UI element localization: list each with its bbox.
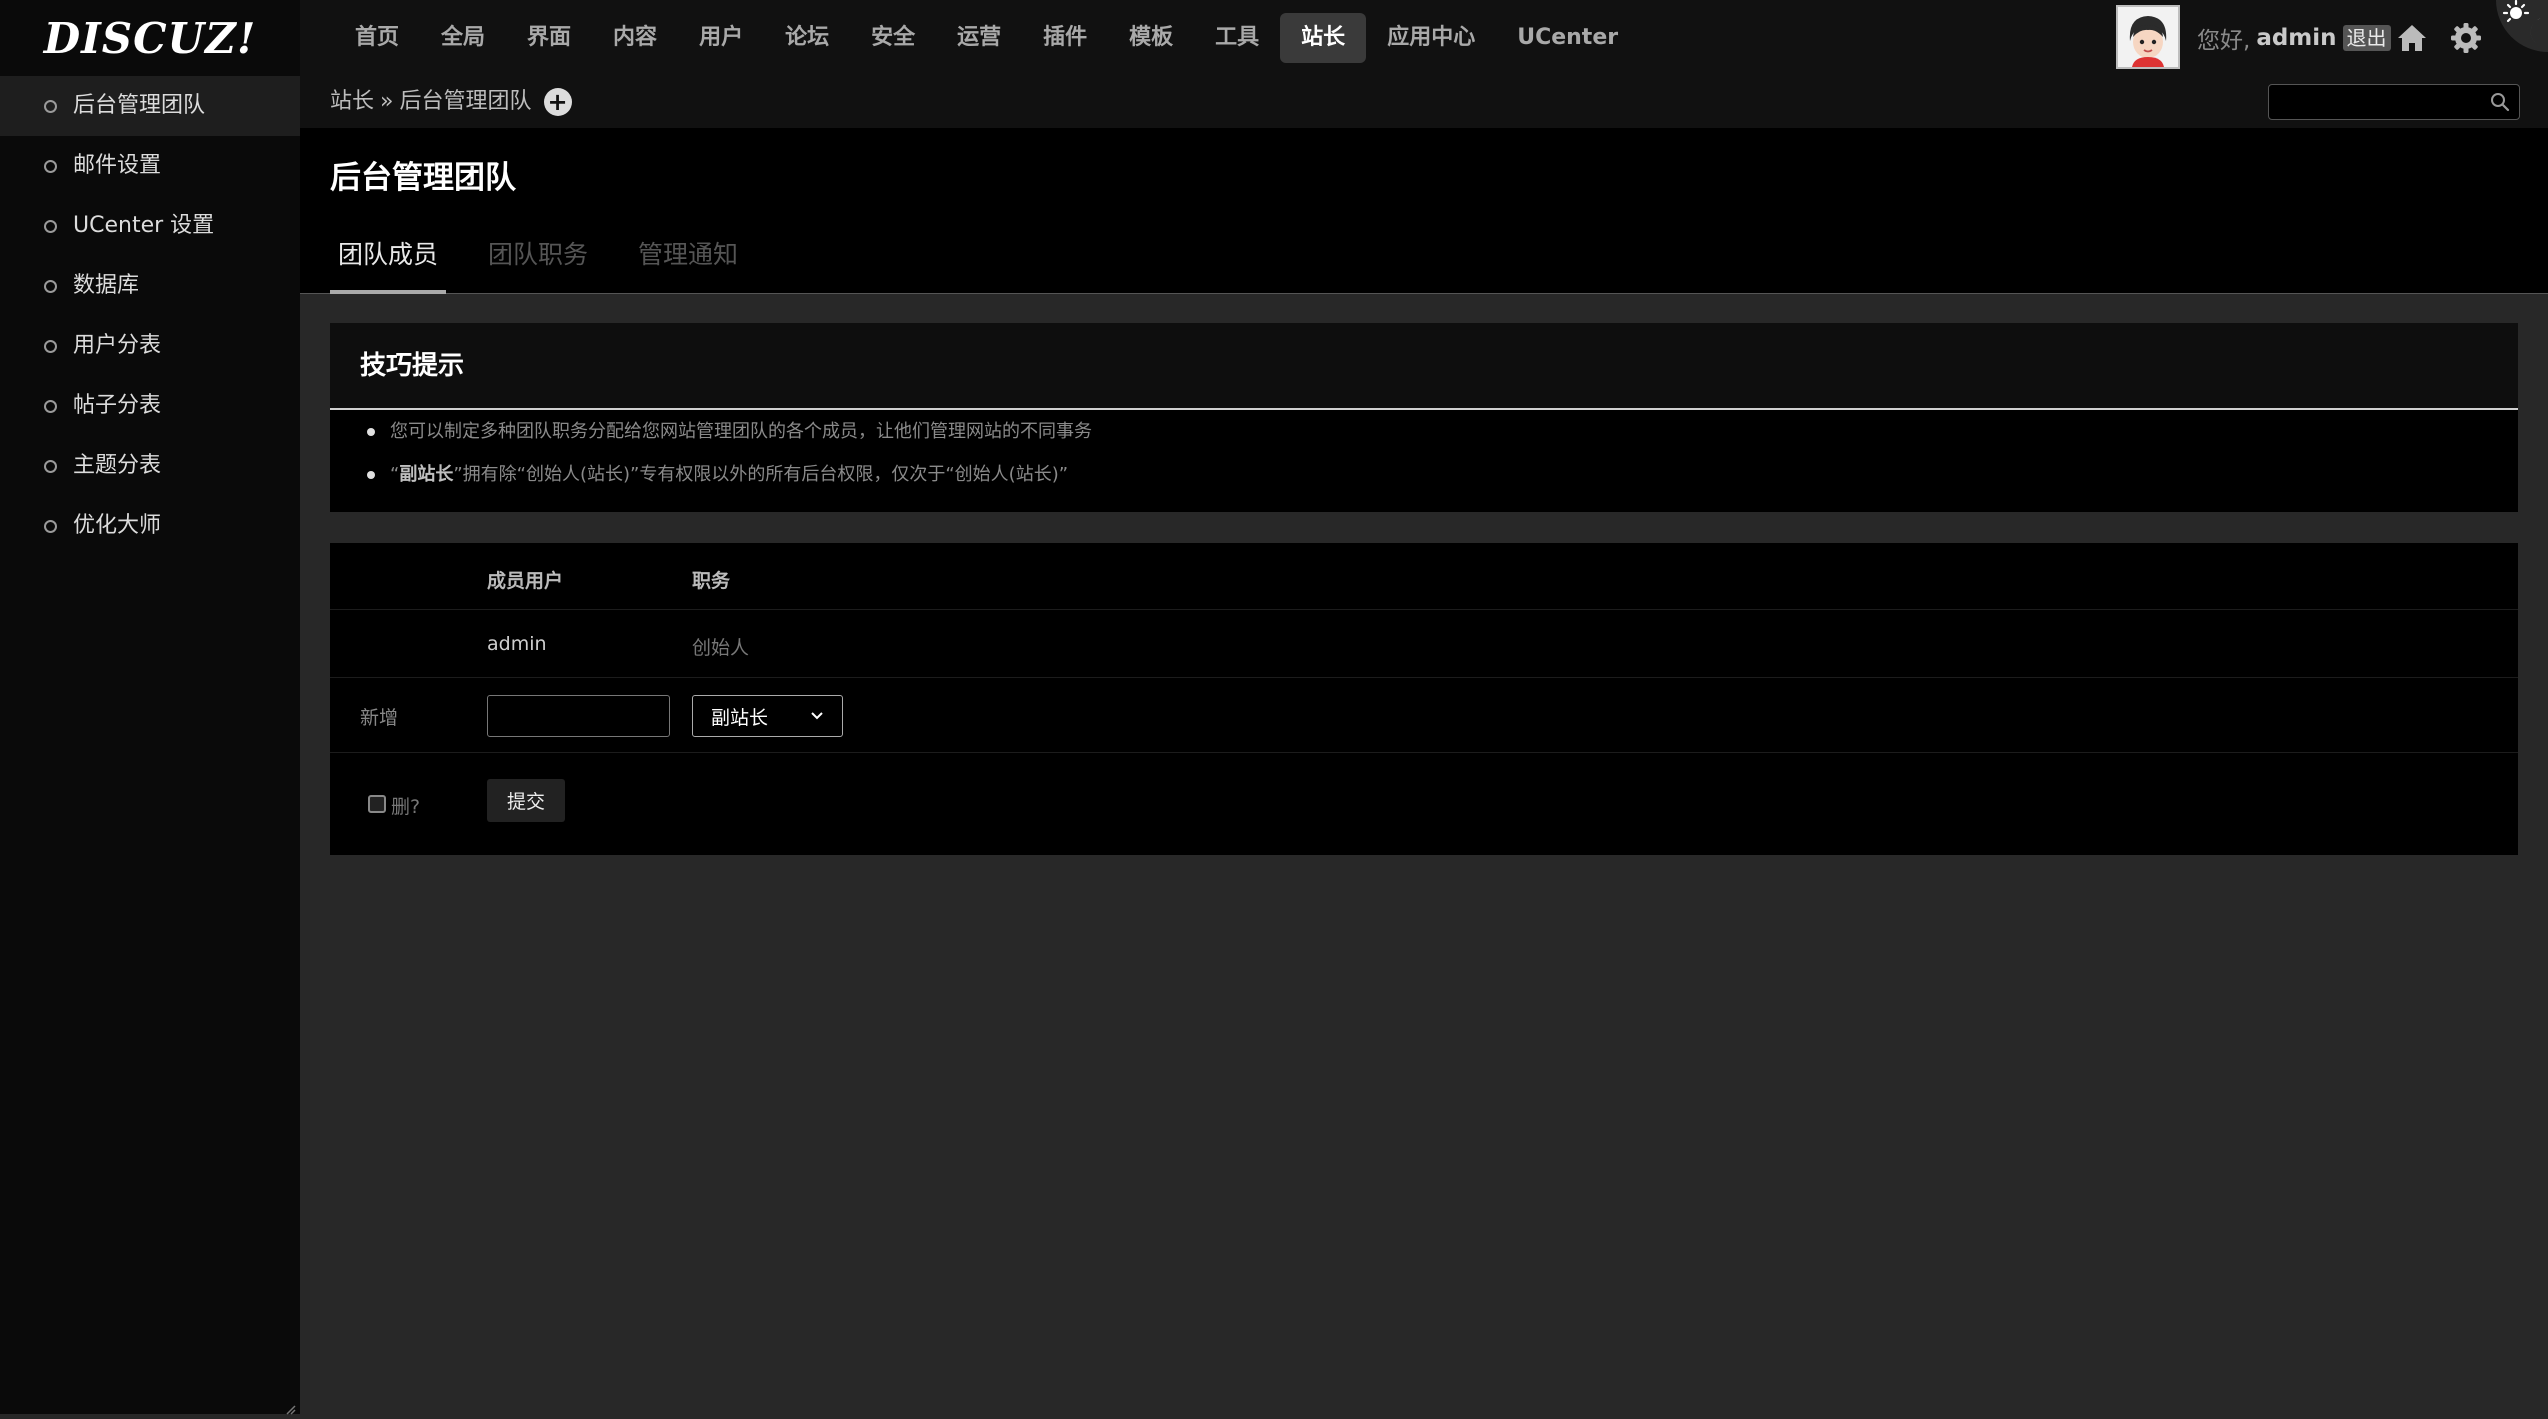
nav-item-plugins[interactable]: 插件 — [1022, 13, 1108, 63]
nav-item-users[interactable]: 用户 — [678, 13, 764, 63]
sidebar-item-admin-team[interactable]: 后台管理团队 — [0, 76, 300, 136]
logout-button[interactable]: 退出 — [2342, 25, 2391, 51]
sidebar: 后台管理团队 邮件设置 UCenter 设置 数据库 用户分表 帖子分表 主题分… — [0, 76, 300, 1415]
delete-label: 删? — [391, 796, 421, 818]
submit-button[interactable]: 提交 — [487, 779, 565, 822]
table-row: admin 创始人 — [330, 610, 2518, 678]
username: admin — [2256, 25, 2337, 51]
discuz-logo[interactable]: DISCUZ! — [0, 0, 300, 76]
sidebar-item-label: 数据库 — [73, 273, 140, 298]
bullet-circle-icon — [44, 280, 57, 293]
tab-team-members[interactable]: 团队成员 — [330, 232, 447, 294]
bullet-circle-icon — [44, 460, 57, 473]
search-icon[interactable] — [2490, 92, 2510, 112]
bullet-circle-icon — [44, 100, 57, 113]
theme-toggle-icon[interactable] — [2494, 0, 2548, 52]
bullet-dot-icon — [367, 428, 375, 436]
home-icon[interactable] — [2394, 20, 2430, 56]
sidebar-item-thread-split[interactable]: 主题分表 — [0, 436, 300, 496]
tip-text: 您可以制定多种团队职务分配给您网站管理团队的各个成员，让他们管理网站的不同事务 — [390, 421, 1092, 442]
sidebar-item-label: 优化大师 — [73, 513, 162, 538]
nav-item-operations[interactable]: 运营 — [936, 13, 1022, 63]
table-footer-row: 删? 提交 — [330, 753, 2518, 855]
sidebar-item-ucenter-settings[interactable]: UCenter 设置 — [0, 196, 300, 256]
sidebar-item-label: UCenter 设置 — [73, 213, 215, 238]
tab-team-roles[interactable]: 团队职务 — [480, 232, 596, 294]
greeting-prefix: 您好, — [2197, 28, 2251, 54]
top-header: DISCUZ! 首页 全局 界面 内容 用户 论坛 安全 运营 插件 模板 工具… — [0, 0, 2548, 76]
tips-panel: 技巧提示 您可以制定多种团队职务分配给您网站管理团队的各个成员，让他们管理网站的… — [330, 323, 2518, 512]
delete-checkbox[interactable] — [368, 795, 386, 813]
bullet-dot-icon — [367, 471, 375, 479]
bullet-circle-icon — [44, 520, 57, 533]
search-input[interactable] — [2268, 84, 2520, 120]
add-shortcut-button[interactable]: + — [543, 88, 572, 116]
page-title: 后台管理团队 — [330, 160, 516, 196]
bullet-circle-icon — [44, 220, 57, 233]
page-header: 后台管理团队 团队成员 团队职务 管理通知 — [300, 128, 2548, 294]
page-tabs: 团队成员 团队职务 管理通知 — [330, 232, 780, 294]
nav-item-home[interactable]: 首页 — [334, 13, 420, 63]
sidebar-item-database[interactable]: 数据库 — [0, 256, 300, 316]
table-header-row: 成员用户 职务 — [330, 543, 2518, 610]
breadcrumb-current: 后台管理团队 — [399, 89, 532, 114]
sidebar-item-post-split[interactable]: 帖子分表 — [0, 376, 300, 436]
nav-item-templates[interactable]: 模板 — [1108, 13, 1194, 63]
role-select[interactable]: 副站长 — [692, 695, 843, 737]
tip-item: “副站长”拥有除“创始人(站长)”专有权限以外的所有后台权限，仅次于“创始人(站… — [330, 453, 2518, 496]
sidebar-item-label: 用户分表 — [73, 333, 162, 358]
member-username: admin — [487, 633, 547, 655]
member-role: 创始人 — [692, 637, 750, 659]
nav-item-ucenter[interactable]: UCenter — [1496, 13, 1639, 63]
breadcrumb-parent[interactable]: 站长 — [330, 76, 374, 128]
bullet-circle-icon — [44, 340, 57, 353]
tip-text: ”拥有除“创始人(站长)”专有权限以外的所有后台权限，仅次于“创始人(站长)” — [453, 464, 1069, 485]
sidebar-item-optimizer[interactable]: 优化大师 — [0, 496, 300, 556]
nav-item-app-center[interactable]: 应用中心 — [1366, 13, 1496, 63]
role-select-value: 副站长 — [711, 706, 769, 729]
tips-title: 技巧提示 — [330, 323, 2518, 410]
nav-item-security[interactable]: 安全 — [850, 13, 936, 63]
team-members-table: 成员用户 职务 admin 创始人 新增 副站长 删? 提交 — [330, 543, 2518, 855]
user-greeting: 您好, admin 退出 — [2197, 20, 2391, 56]
settings-gear-icon[interactable] — [2448, 20, 2484, 56]
nav-item-webmaster[interactable]: 站长 — [1280, 13, 1367, 63]
tip-bold-role: 副站长 — [399, 464, 454, 485]
add-member-label: 新增 — [360, 707, 399, 729]
tab-admin-notices[interactable]: 管理通知 — [630, 232, 746, 294]
sidebar-item-label: 后台管理团队 — [73, 93, 206, 118]
sidebar-item-label: 邮件设置 — [73, 153, 162, 178]
main-nav: 首页 全局 界面 内容 用户 论坛 安全 运营 插件 模板 工具 站长 应用中心… — [334, 13, 1639, 63]
new-member-username-input[interactable] — [487, 695, 670, 737]
avatar[interactable] — [2116, 5, 2180, 69]
resize-handle-icon[interactable] — [284, 1400, 296, 1415]
tip-prefix: “ — [390, 464, 400, 485]
add-member-row: 新增 副站长 — [330, 678, 2518, 753]
nav-item-content[interactable]: 内容 — [592, 13, 678, 63]
avatar-face-icon — [2118, 7, 2178, 67]
breadcrumb: 站长 » 后台管理团队 + — [330, 76, 572, 128]
sidebar-item-mail-settings[interactable]: 邮件设置 — [0, 136, 300, 196]
column-header-member: 成员用户 — [487, 570, 564, 592]
bullet-circle-icon — [44, 400, 57, 413]
column-header-role: 职务 — [692, 570, 731, 592]
sidebar-item-label: 主题分表 — [73, 453, 162, 478]
chevron-down-icon — [811, 712, 823, 720]
breadcrumb-separator: » — [380, 89, 394, 114]
breadcrumb-bar: 站长 » 后台管理团队 + — [300, 76, 2548, 128]
tip-item: 您可以制定多种团队职务分配给您网站管理团队的各个成员，让他们管理网站的不同事务 — [330, 410, 2518, 453]
nav-item-tools[interactable]: 工具 — [1194, 13, 1280, 63]
nav-item-forum[interactable]: 论坛 — [764, 13, 850, 63]
sidebar-item-user-split[interactable]: 用户分表 — [0, 316, 300, 376]
sidebar-item-label: 帖子分表 — [73, 393, 162, 418]
bullet-circle-icon — [44, 160, 57, 173]
nav-item-global[interactable]: 全局 — [420, 13, 506, 63]
nav-item-interface[interactable]: 界面 — [506, 13, 592, 63]
